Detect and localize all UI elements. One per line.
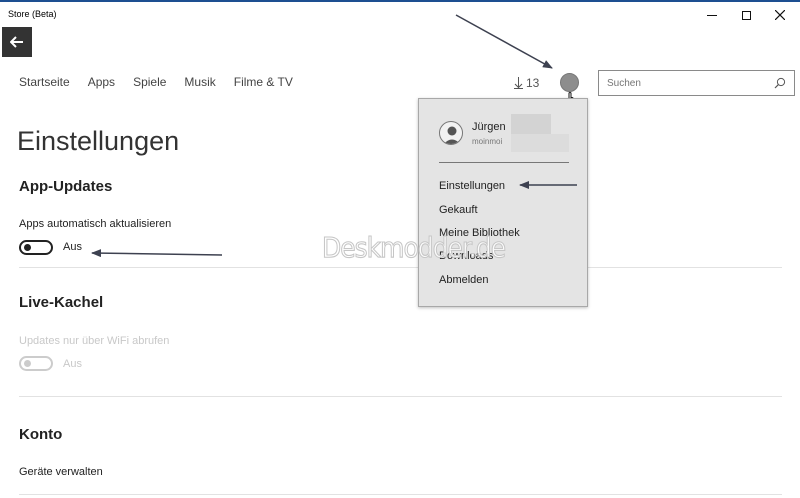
back-button[interactable] [2, 27, 32, 57]
section-divider [19, 494, 782, 495]
nav-item-apps[interactable]: Apps [88, 75, 115, 89]
section-heading-app-updates: App-Updates [19, 178, 113, 195]
account-menu: Jürgen moinmoi Einstellungen Gekauft Mei… [418, 98, 588, 307]
nav-item-filme-tv[interactable]: Filme & TV [234, 75, 293, 89]
minimize-icon [707, 14, 717, 16]
menu-item-einstellungen[interactable]: Einstellungen [439, 180, 505, 192]
window-title: Store (Beta) [8, 9, 57, 19]
toggle-knob [24, 360, 31, 367]
nav-item-startseite[interactable]: Startseite [19, 75, 70, 89]
menu-item-gekauft[interactable]: Gekauft [439, 204, 478, 216]
minimize-button[interactable] [695, 4, 729, 26]
downloads-button[interactable]: 13 [514, 76, 539, 90]
user-email: moinmoi [472, 137, 503, 146]
section-heading-live-tile: Live-Kachel [19, 294, 104, 311]
page-title: Einstellungen [17, 126, 180, 156]
wifi-updates-label: Updates nur über WiFi abrufen [19, 335, 170, 347]
download-arrow-icon [514, 77, 523, 89]
menu-divider [439, 162, 569, 163]
main-navigation: Startseite Apps Spiele Musik Filme & TV [19, 75, 293, 89]
arrow-left-icon [10, 36, 23, 48]
redacted-email-block [511, 134, 569, 152]
search-box[interactable] [598, 70, 795, 96]
title-bar: Store (Beta) [0, 2, 800, 26]
nav-item-spiele[interactable]: Spiele [133, 75, 166, 89]
nav-item-musik[interactable]: Musik [184, 75, 215, 89]
user-name: Jürgen [472, 121, 506, 133]
wifi-updates-toggle-state: Aus [63, 358, 82, 370]
menu-item-abmelden[interactable]: Abmelden [439, 274, 489, 286]
maximize-button[interactable] [729, 4, 763, 26]
maximize-icon [741, 10, 751, 20]
downloads-count: 13 [526, 76, 540, 90]
auto-update-label: Apps automatisch aktualisieren [19, 218, 172, 230]
annotation-arrow-toggle [91, 249, 223, 258]
manage-devices-link[interactable]: Geräte verwalten [19, 466, 103, 478]
close-icon [775, 10, 785, 20]
account-avatar-button[interactable] [560, 73, 579, 92]
user-silhouette-icon [443, 126, 461, 144]
section-heading-account: Konto [19, 426, 63, 443]
auto-update-toggle-state: Aus [63, 241, 82, 253]
section-divider [19, 267, 782, 268]
auto-update-toggle[interactable] [19, 240, 53, 255]
redacted-name-block [511, 114, 551, 134]
wifi-updates-toggle [19, 356, 53, 371]
magnifier-icon[interactable] [774, 77, 786, 89]
section-divider [19, 396, 782, 397]
menu-item-meine-bibliothek[interactable]: Meine Bibliothek [439, 227, 520, 239]
toggle-knob [24, 244, 31, 251]
search-input[interactable] [599, 71, 759, 95]
close-button[interactable] [763, 4, 797, 26]
menu-item-downloads[interactable]: Downloads [439, 250, 493, 262]
user-avatar [439, 121, 463, 145]
